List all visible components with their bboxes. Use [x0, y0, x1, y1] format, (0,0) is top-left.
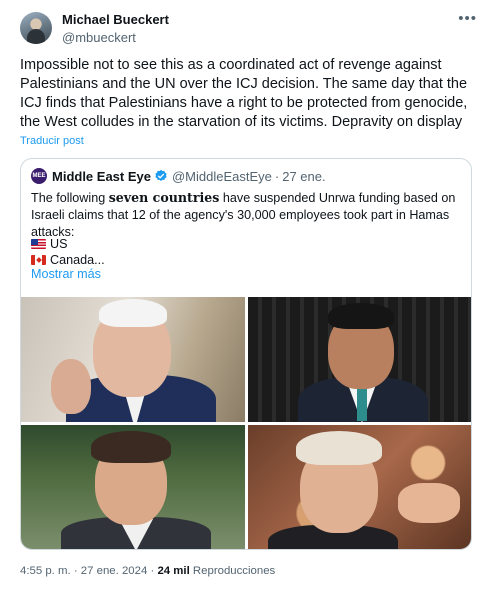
photo-shape	[51, 359, 91, 414]
author-handle[interactable]: @mbueckert	[62, 30, 169, 46]
quoted-author-handle[interactable]: @MiddleEastEye	[172, 169, 272, 184]
views-count: 24 mil	[157, 565, 190, 577]
quoted-post-text: The following seven countries have suspe…	[31, 189, 463, 241]
list-item-text: Canada...	[50, 253, 105, 267]
post-metadata: 4:55 p. m. · 27 ene. 2024 · 24 mil Repro…	[20, 565, 275, 577]
photo-shape	[398, 483, 460, 523]
show-more-link[interactable]: Mostrar más	[31, 267, 101, 281]
quoted-text-start: The following	[31, 191, 109, 205]
quoted-author-avatar[interactable]: MEE	[31, 168, 47, 184]
quoted-text-bold: seven countries	[108, 190, 220, 205]
photo-shape	[296, 431, 382, 465]
photo-shape	[328, 303, 394, 329]
post-time[interactable]: 4:55 p. m.	[20, 565, 71, 577]
us-flag-icon	[31, 239, 46, 249]
photo-4[interactable]	[248, 425, 471, 549]
more-options-icon[interactable]: •••	[458, 10, 477, 27]
quoted-post[interactable]: MEE Middle East Eye @MiddleEastEye · 27 …	[20, 158, 472, 550]
author-name[interactable]: Michael Bueckert	[62, 12, 169, 28]
verified-badge-icon	[155, 169, 167, 181]
views-label: Reproducciones	[192, 565, 276, 577]
photo-1[interactable]	[21, 297, 245, 422]
translate-post-link[interactable]: Traducir post	[20, 135, 84, 147]
tweet-text: Impossible not to see this as a coordina…	[20, 57, 468, 130]
list-item-text: US	[50, 237, 68, 251]
quoted-post-header: MEE Middle East Eye @MiddleEastEye · 27 …	[31, 167, 326, 185]
author-avatar[interactable]	[20, 12, 52, 44]
separator-dot: ·	[73, 565, 78, 577]
photo-3[interactable]	[21, 425, 245, 549]
photo-2[interactable]	[248, 297, 471, 422]
canada-flag-icon	[31, 255, 46, 265]
photo-shape	[99, 299, 167, 327]
list-item: US	[31, 236, 68, 252]
photo-shape	[91, 431, 171, 463]
author-block: Michael Bueckert @mbueckert	[62, 12, 169, 46]
separator-dot: ·	[150, 565, 155, 577]
separator-dot: ·	[274, 168, 280, 184]
quoted-post-time[interactable]: 27 ene.	[282, 169, 325, 184]
list-item: Canada...	[31, 252, 105, 268]
post-date[interactable]: 27 ene. 2024	[81, 565, 148, 577]
quoted-author-name[interactable]: Middle East Eye	[52, 169, 151, 184]
